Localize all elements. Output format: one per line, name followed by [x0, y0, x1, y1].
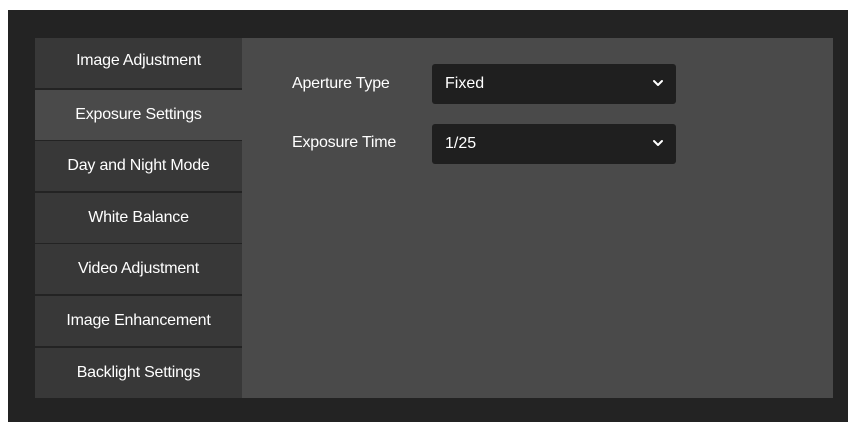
exposure-time-select[interactable]: 1/25: [432, 124, 676, 164]
exposure-settings-panel: Aperture Type Fixed Exposure Time 1/25: [242, 38, 833, 398]
sidebar-item-backlight-settings[interactable]: Backlight Settings: [35, 348, 242, 398]
sidebar-item-day-night-mode[interactable]: Day and Night Mode: [35, 141, 242, 191]
sidebar-item-white-balance[interactable]: White Balance: [35, 193, 242, 243]
sidebar-item-label: Video Adjustment: [77, 260, 200, 277]
aperture-type-select[interactable]: Fixed: [432, 64, 676, 104]
sidebar-item-label: Day and Night Mode: [67, 157, 210, 174]
chevron-down-icon: [653, 140, 663, 146]
sidebar-item-label: Image Enhancement: [66, 312, 211, 329]
sidebar-item-video-adjustment[interactable]: Video Adjustment: [35, 244, 242, 294]
sidebar-item-image-enhancement[interactable]: Image Enhancement: [35, 296, 242, 346]
aperture-type-label: Aperture Type: [292, 75, 390, 92]
aperture-type-value: Fixed: [445, 75, 485, 92]
sidebar-item-label: White Balance: [88, 209, 189, 226]
sidebar-item-label: Backlight Settings: [76, 364, 201, 381]
sidebar-item-exposure-settings[interactable]: Exposure Settings: [35, 90, 242, 140]
settings-sidebar: Image Adjustment Exposure Settings Day a…: [35, 38, 242, 398]
sidebar-item-label: Exposure Settings: [75, 106, 202, 123]
sidebar-item-label: Image Adjustment: [76, 52, 201, 69]
sidebar-item-image-adjustment[interactable]: Image Adjustment: [35, 38, 242, 88]
exposure-time-value: 1/25: [445, 135, 477, 152]
exposure-time-label: Exposure Time: [292, 134, 397, 151]
chevron-down-icon: [653, 80, 663, 86]
